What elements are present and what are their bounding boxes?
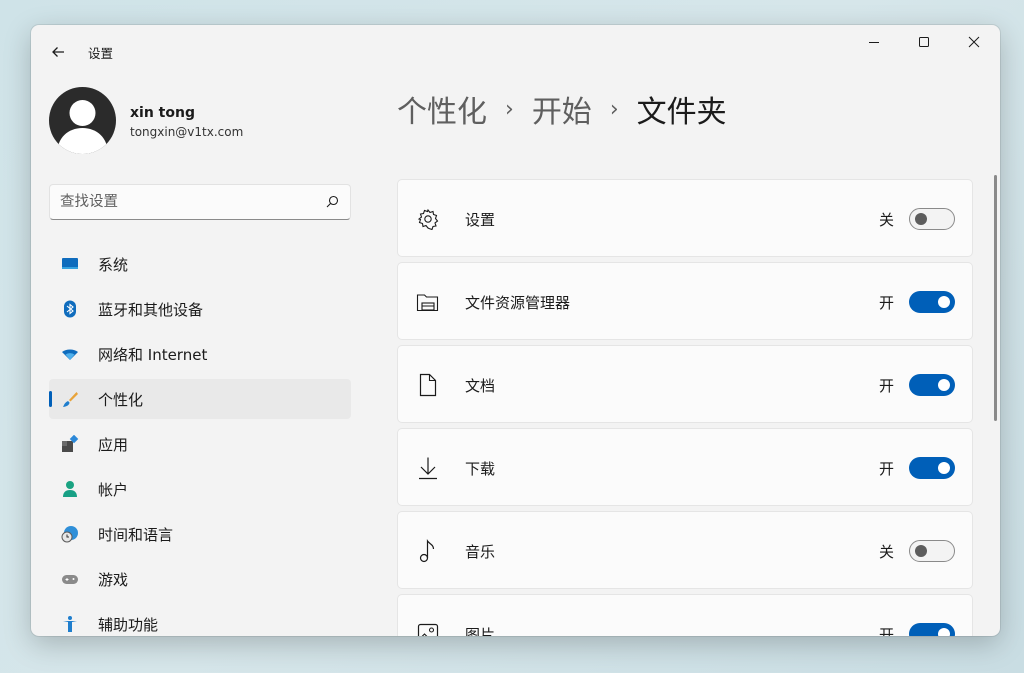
pictures-toggle[interactable] [909,623,955,636]
sidebar-item-label: 时间和语言 [98,525,174,544]
settings-toggle[interactable] [909,208,955,230]
back-arrow-icon [52,47,64,57]
wifi-icon [61,345,79,363]
folder-label: 文件资源管理器 [465,294,571,312]
folder-setting-downloads: 下载 开 [397,428,973,506]
file-explorer-icon [416,290,440,314]
folder-setting-documents: 文档 开 [397,345,973,423]
toggle-state-label: 开 [878,626,894,636]
accessibility-icon [61,615,79,633]
back-button[interactable] [45,39,71,65]
sidebar-item-label: 应用 [98,435,129,454]
bluetooth-icon [61,300,79,318]
search-box[interactable] [49,184,351,220]
pictures-icon [416,622,440,636]
close-button[interactable] [949,25,999,59]
user-name: xin tong [130,105,195,121]
folder-label: 下载 [465,460,496,478]
sidebar-item-accessibility[interactable]: 辅助功能 [49,604,351,636]
document-icon [416,373,440,397]
toggle-state-label: 开 [878,294,894,312]
toggle-knob [915,213,927,225]
sidebar-item-personalization[interactable]: 个性化 [49,379,351,419]
folder-label: 音乐 [465,543,496,561]
title-bar: 设置 [31,25,1000,77]
gaming-icon [61,570,79,588]
folder-label: 文档 [465,377,496,395]
account-icon [61,480,79,498]
sidebar-item-bluetooth[interactable]: 蓝牙和其他设备 [49,289,351,329]
breadcrumb-personalization[interactable]: 个性化 [397,87,487,131]
folder-setting-settings: 设置 关 [397,179,973,257]
time-language-icon [61,525,79,543]
user-email: tongxin@v1tx.com [130,125,244,139]
sidebar-nav: 系统 蓝牙和其他设备 网络和 Internet 个性化 应用 帐户 时间和语言 … [49,244,351,636]
sidebar-item-label: 蓝牙和其他设备 [98,300,204,319]
sidebar-item-network[interactable]: 网络和 Internet [49,334,351,374]
sidebar-item-system[interactable]: 系统 [49,244,351,284]
maximize-icon [919,37,929,47]
chevron-right-icon: › [505,96,514,122]
toggle-state-label: 关 [878,211,894,229]
folders-list: 设置 关 文件资源管理器 开 文档 开 下载 开 音乐 关 图片 开 [397,179,973,636]
sidebar-item-label: 辅助功能 [98,615,159,634]
folder-setting-file-explorer: 文件资源管理器 开 [397,262,973,340]
folder-setting-music: 音乐 关 [397,511,973,589]
toggle-state-label: 开 [878,460,894,478]
settings-window: 设置 xin tong tongxin@v1tx.com 系统 [31,25,1000,636]
sidebar-item-label: 游戏 [98,570,129,589]
chevron-right-icon: › [609,96,619,122]
toggle-state-label: 开 [878,377,894,395]
default-user-icon [57,100,108,154]
personalization-brush-icon [61,390,79,408]
search-icon[interactable] [324,194,340,210]
toggle-knob [938,379,950,391]
music-icon [416,539,440,563]
close-icon [968,36,980,48]
downloads-toggle[interactable] [909,457,955,479]
documents-toggle[interactable] [909,374,955,396]
app-title: 设置 [88,46,114,61]
music-toggle[interactable] [909,540,955,562]
gear-icon [416,207,440,231]
toggle-state-label: 关 [878,543,894,561]
content-scrollbar[interactable] [994,175,997,421]
folder-label: 图片 [465,626,496,636]
apps-icon [61,435,79,453]
sidebar-item-label: 帐户 [98,480,129,499]
folder-setting-pictures: 图片 开 [397,594,973,636]
maximize-button[interactable] [899,25,949,59]
folder-label: 设置 [465,211,496,229]
toggle-knob [915,545,927,557]
toggle-knob [938,296,950,308]
minimize-icon [869,42,879,43]
breadcrumb: 个性化 › 开始 › 文件夹 [397,87,727,131]
toggle-knob [938,628,950,636]
toggle-knob [938,462,950,474]
file-explorer-toggle[interactable] [909,291,955,313]
minimize-button[interactable] [849,25,899,59]
sidebar-item-gaming[interactable]: 游戏 [49,559,351,599]
sidebar-item-accounts[interactable]: 帐户 [49,469,351,509]
avatar[interactable] [49,87,116,154]
sidebar-item-label: 个性化 [98,390,144,409]
download-icon [416,456,440,480]
system-icon [61,255,79,273]
sidebar-item-apps[interactable]: 应用 [49,424,351,464]
sidebar-item-label: 网络和 Internet [98,345,208,364]
search-input[interactable] [60,191,310,213]
sidebar-item-label: 系统 [98,255,129,274]
sidebar-item-time-language[interactable]: 时间和语言 [49,514,351,554]
breadcrumb-start[interactable]: 开始 [532,87,592,131]
page-title: 文件夹 [636,95,727,130]
